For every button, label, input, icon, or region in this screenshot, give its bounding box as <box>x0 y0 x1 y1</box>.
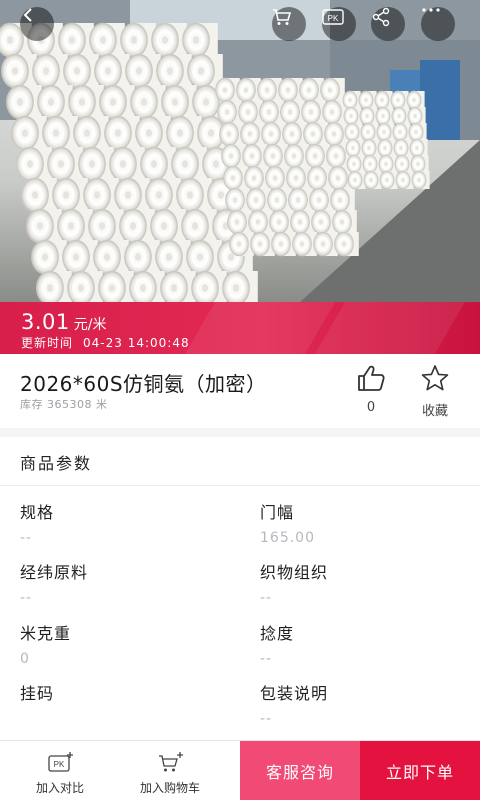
param-value: -- <box>260 711 273 727</box>
price-unit: 元/米 <box>73 317 107 333</box>
buy-now-button[interactable]: 立即下单 <box>360 741 480 800</box>
param-label: 经纬原料 <box>20 563 89 582</box>
param-label: 捻度 <box>260 624 295 643</box>
like-count: 0 <box>366 400 376 415</box>
params-heading: 商品参数 <box>20 454 93 473</box>
stock-label: 库存 <box>20 398 43 411</box>
param-spec: 规格 -- <box>20 499 220 546</box>
param-value: -- <box>260 590 273 606</box>
param-label: 挂码 <box>20 684 55 703</box>
param-packaging: 包装说明 -- <box>260 680 460 727</box>
compare-pk-icon: PK <box>48 752 73 772</box>
stock-value: 365308 <box>47 398 92 411</box>
param-value: -- <box>20 590 33 606</box>
stock-info: 库存 365308 米 <box>20 396 108 412</box>
bottom-action-bar: PK 加入对比 加入购物车 客服咨询 立即下单 <box>0 740 480 800</box>
param-width: 门幅 165.00 <box>260 499 460 546</box>
param-value: -- <box>20 530 33 546</box>
customer-service-button[interactable]: 客服咨询 <box>240 741 360 800</box>
param-label: 规格 <box>20 503 55 522</box>
more-button[interactable] <box>421 7 455 41</box>
param-label: 米克重 <box>20 624 72 643</box>
param-hang-code: 挂码 <box>20 680 220 711</box>
thumbs-up-icon <box>358 365 385 391</box>
star-icon <box>421 365 449 391</box>
param-label: 门幅 <box>260 503 295 522</box>
add-to-cart-button[interactable]: 加入购物车 <box>110 741 230 800</box>
share-button[interactable] <box>371 7 405 41</box>
favorite-label: 收藏 <box>421 404 448 419</box>
divider <box>0 485 480 486</box>
updated-label: 更新时间 <box>21 336 74 350</box>
section-gap <box>0 428 480 437</box>
param-weight: 米克重 0 <box>20 620 220 667</box>
param-value: 165.00 <box>260 530 315 546</box>
share-icon <box>372 7 390 27</box>
param-material: 经纬原料 -- <box>20 559 220 606</box>
param-label: 织物组织 <box>260 563 329 582</box>
product-image[interactable]: PK <box>0 0 480 302</box>
price-value: 3.01 <box>21 310 70 334</box>
cart-icon <box>273 9 292 25</box>
param-value: 0 <box>20 651 30 667</box>
cart-label: 加入购物车 <box>139 781 200 795</box>
stock-unit: 米 <box>96 398 108 411</box>
param-twist: 捻度 -- <box>260 620 460 667</box>
pk-icon: PK <box>322 9 344 25</box>
param-label: 包装说明 <box>260 684 329 703</box>
price-banner: 3.01 元/米 更新时间 04-23 14:00:48 <box>0 302 480 354</box>
cart-button[interactable] <box>272 7 306 41</box>
add-compare-button[interactable]: PK 加入对比 <box>0 741 120 800</box>
svg-text:PK: PK <box>54 760 65 769</box>
add-cart-icon <box>159 752 183 772</box>
back-button[interactable] <box>20 7 54 41</box>
compare-label: 加入对比 <box>35 781 84 795</box>
compare-pk-button[interactable]: PK <box>322 7 356 41</box>
param-weave: 织物组织 -- <box>260 559 460 606</box>
like-button[interactable]: 0 <box>350 364 392 415</box>
param-value: -- <box>260 651 273 667</box>
favorite-button[interactable]: 收藏 <box>412 364 458 419</box>
warehouse-photo <box>0 0 480 302</box>
svg-text:PK: PK <box>328 14 339 23</box>
back-icon <box>23 8 32 22</box>
product-title: 2026*60S仿铜氨（加密） <box>20 372 267 396</box>
more-icon <box>422 8 440 12</box>
updated-time: 04-23 14:00:48 <box>83 336 190 350</box>
